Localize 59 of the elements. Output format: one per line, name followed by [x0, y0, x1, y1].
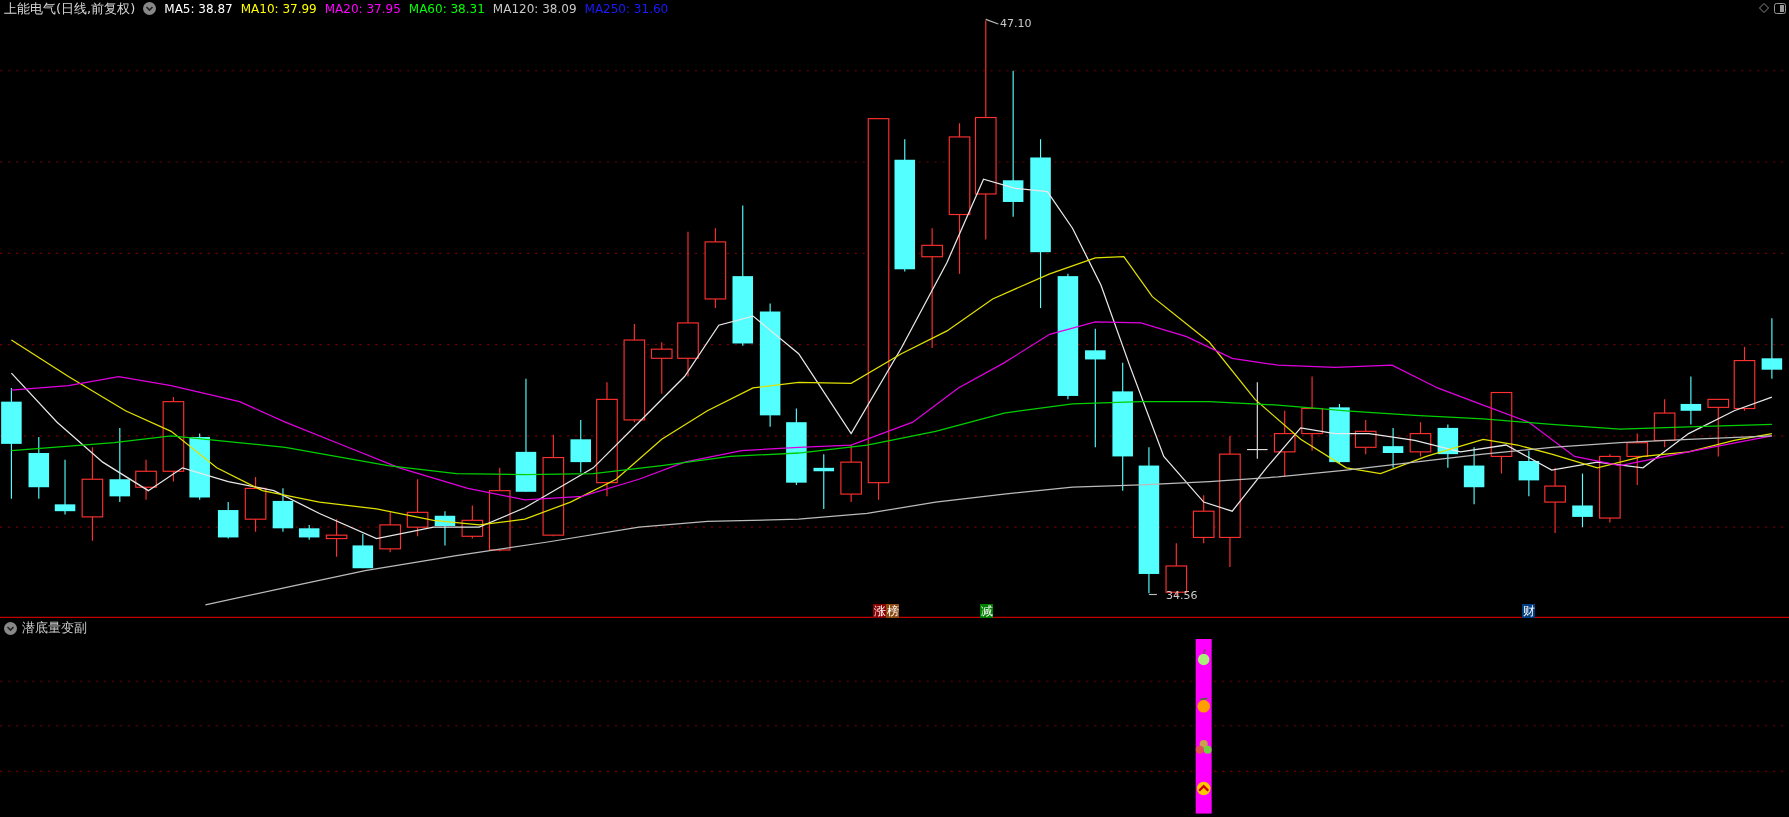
price-label: 34.56: [1166, 589, 1198, 602]
panel-toggle-icon[interactable]: [1774, 3, 1786, 14]
moving-average-label: MA5: 38.87: [164, 1, 233, 16]
candlestick: [461, 504, 484, 540]
candlestick: [434, 510, 456, 546]
candlestick: [1192, 494, 1215, 544]
candlestick: [298, 524, 320, 541]
apple-icon: [1198, 648, 1210, 666]
dropdown-icon[interactable]: [143, 2, 157, 15]
candlestick: [1599, 453, 1621, 524]
chart-title: 上能电气(日线,前复权): [4, 0, 136, 18]
moving-average-label: MA60: 38.31: [408, 1, 485, 16]
candlestick: [325, 518, 348, 558]
candlestick: [1463, 446, 1485, 505]
candlestick: [1409, 421, 1432, 457]
event-tag[interactable]: 减: [980, 604, 993, 618]
candlestick: [1626, 433, 1649, 486]
event-tag[interactable]: 涨: [873, 604, 886, 618]
dropdown-icon[interactable]: [4, 621, 17, 635]
fruit-cluster-icon: [1195, 740, 1212, 754]
candlestick: [1354, 419, 1377, 455]
candlestick: [1707, 398, 1730, 457]
candlestick: [1653, 398, 1676, 448]
candlestick: [650, 341, 673, 395]
leader-line: [985, 18, 999, 25]
candlestick: [1518, 450, 1540, 497]
candlestick: [379, 511, 402, 553]
candlestick: [1733, 346, 1756, 412]
candlestick: [1382, 427, 1404, 469]
leader-line: [1148, 593, 1158, 596]
candlestick: [54, 459, 76, 516]
moving-average-label: MA20: 37.95: [324, 1, 401, 16]
candlestick: [352, 533, 374, 569]
event-tag[interactable]: 榜: [886, 604, 899, 618]
up-chevron-icon: [1196, 781, 1211, 796]
candlestick: [217, 501, 239, 540]
candlestick: [1544, 467, 1566, 534]
candlestick: [28, 436, 50, 500]
candlestick: [570, 419, 591, 473]
candlestick: [1572, 472, 1593, 528]
citrus-fruit-icon: [1197, 697, 1210, 713]
candlestick: [406, 478, 429, 537]
candlestick: [1680, 376, 1702, 426]
candlestick: [840, 444, 862, 503]
candlestick: [1761, 317, 1783, 380]
candlestick: [1329, 403, 1350, 464]
moving-average-label: MA250: 31.60: [584, 1, 669, 16]
candlestick: [135, 459, 157, 501]
event-tag[interactable]: 财: [1522, 604, 1535, 618]
indicator-title: 潜底量变副: [22, 619, 87, 637]
candlestick: [272, 487, 294, 533]
candlestick: [189, 433, 210, 501]
candlestick: [244, 476, 267, 533]
candlestick: [813, 453, 835, 510]
candlestick: [1437, 423, 1459, 469]
moving-average-label: MA120: 38.09: [492, 1, 577, 16]
price-label: 47.10: [1000, 17, 1032, 30]
candlestick: [1273, 410, 1296, 478]
moving-average-label: MA10: 37.99: [240, 1, 317, 16]
